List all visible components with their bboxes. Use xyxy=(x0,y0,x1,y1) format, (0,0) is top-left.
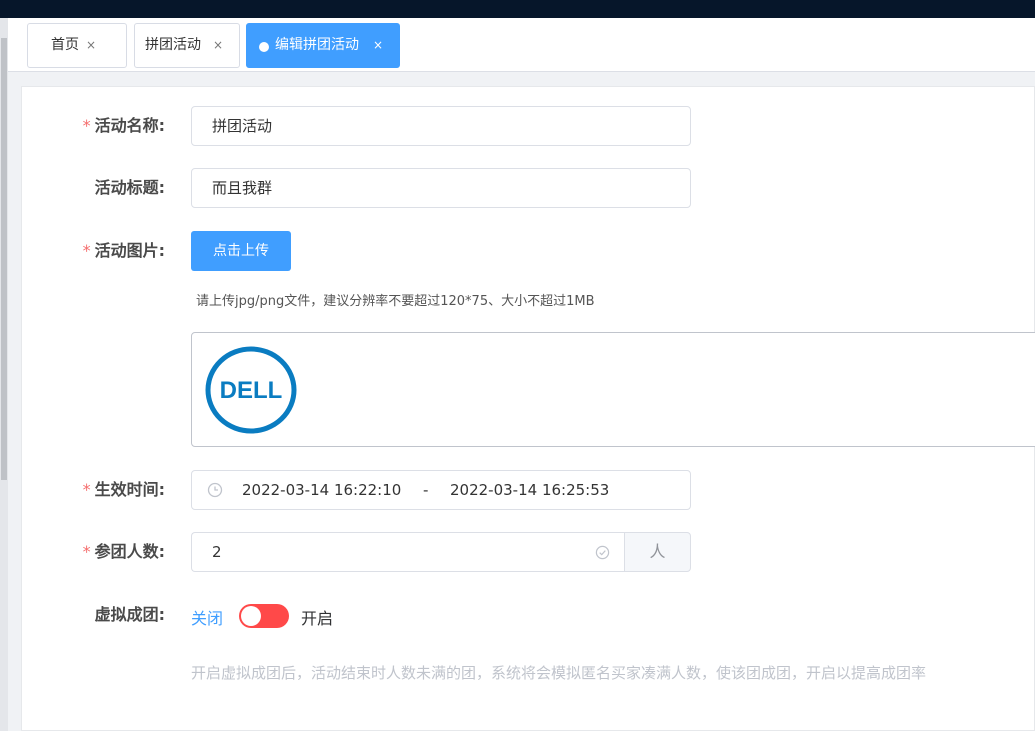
end-time[interactable]: 2022-03-14 16:25:53 xyxy=(450,471,609,509)
tab-group-activity[interactable]: 拼团活动 × xyxy=(134,23,240,68)
scrollbar-thumb[interactable] xyxy=(1,38,7,480)
activity-title-input[interactable]: 而且我群 xyxy=(191,168,691,208)
activity-name-input[interactable]: 拼团活动 xyxy=(191,106,691,146)
label-text: 活动名称: xyxy=(94,116,165,135)
logo-text: DELL xyxy=(220,377,283,404)
clock-icon xyxy=(207,482,223,498)
close-icon[interactable]: × xyxy=(86,24,96,67)
effective-time-label: * 生效时间: xyxy=(20,480,165,500)
required-mark: * xyxy=(82,241,91,260)
tab-label: 编辑拼团活动 xyxy=(275,37,359,53)
image-preview-box[interactable]: DELL xyxy=(191,332,1035,447)
required-mark: * xyxy=(82,542,91,561)
upload-hint: 请上传jpg/png文件，建议分辨率不要超过120*75、大小不超过1MB xyxy=(196,294,595,309)
top-bar xyxy=(0,0,1035,18)
activity-image-label: * 活动图片: xyxy=(20,241,165,261)
label-text: 虚拟成团: xyxy=(94,605,165,624)
switch-off-label[interactable]: 关闭 xyxy=(191,605,223,629)
label-text: 生效时间: xyxy=(94,480,165,499)
activity-title-label: 活动标题: xyxy=(20,178,165,198)
tab-home[interactable]: 首页 × xyxy=(27,23,127,68)
active-dot-icon xyxy=(259,42,269,52)
circle-check-icon xyxy=(595,545,610,560)
range-separator: - xyxy=(423,481,429,499)
tab-label: 拼团活动 xyxy=(145,37,201,53)
virtual-group-tip: 开启虚拟成团后，活动结束时人数未满的团，系统将会模拟匿名买家凑满人数，使该团成团… xyxy=(191,664,927,682)
upload-button[interactable]: 点击上传 xyxy=(191,231,291,271)
label-text: 活动图片: xyxy=(94,241,165,260)
unit-append: 人 xyxy=(624,532,691,572)
virtual-group-label: 虚拟成团: xyxy=(20,605,165,625)
switch-knob xyxy=(241,606,261,626)
activity-name-label: * 活动名称: xyxy=(20,116,165,136)
input-value: 2 xyxy=(212,543,222,561)
label-text: 活动标题: xyxy=(94,178,165,197)
dell-logo-image: DELL xyxy=(205,346,297,434)
virtual-group-switch[interactable] xyxy=(239,604,289,628)
start-time[interactable]: 2022-03-14 16:22:10 xyxy=(242,471,401,509)
close-icon[interactable]: × xyxy=(213,24,223,67)
required-mark: * xyxy=(82,480,91,499)
group-size-input[interactable]: 2 xyxy=(191,532,624,572)
tabs-bar: 首页 × 拼团活动 × 编辑拼团活动 × xyxy=(8,18,1035,72)
tab-label: 首页 xyxy=(51,37,79,53)
close-icon[interactable]: × xyxy=(373,24,383,67)
label-text: 参团人数: xyxy=(94,542,165,561)
tab-edit-group-activity[interactable]: 编辑拼团活动 × xyxy=(246,23,400,68)
group-size-label: * 参团人数: xyxy=(20,542,165,562)
group-size-field: 2 人 xyxy=(191,532,691,572)
switch-on-label[interactable]: 开启 xyxy=(301,605,333,629)
required-mark: * xyxy=(82,116,91,135)
date-range-picker[interactable]: 2022-03-14 16:22:10 - 2022-03-14 16:25:5… xyxy=(191,470,691,510)
sidebar-scrollbar[interactable] xyxy=(0,18,8,731)
